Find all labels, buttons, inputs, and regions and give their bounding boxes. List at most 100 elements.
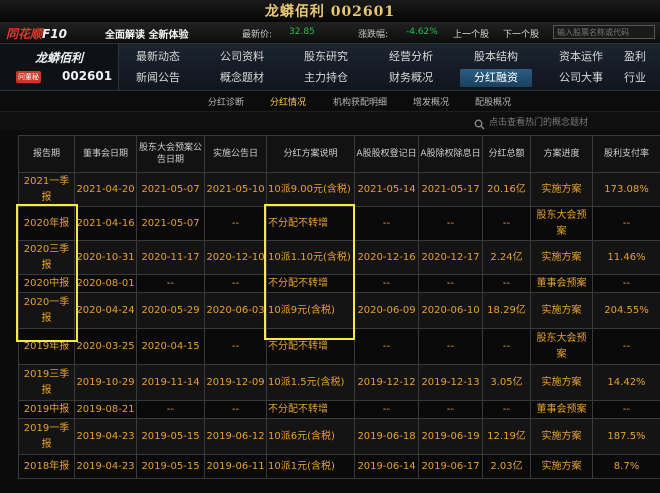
nav-latest-news[interactable]: 最新动态 — [122, 48, 194, 66]
cell-implementation-date: 2021-05-10 — [204, 172, 267, 207]
stock-name: 龙蟒佰利 — [35, 51, 84, 65]
table-row: 2019中报 2019-08-21 -- -- 不分配不转增 -- -- -- 董事会预案 -- — [18, 400, 660, 419]
cell-payout: -- — [592, 274, 660, 293]
cell-agm-date: 2019-11-14 — [136, 364, 205, 401]
table-row: 2019年报 2020-03-25 2020-04-15 -- 不分配不转增 -- -- --… — [18, 328, 660, 365]
cell-implementation-date: -- — [204, 206, 267, 241]
col-total-dividend: 分红总额 — [482, 135, 531, 173]
latest-price-value: 32.85 — [289, 27, 315, 37]
col-payout-ratio: 股利支付率 — [592, 135, 660, 173]
cell-record-date: -- — [354, 328, 419, 365]
table-row: 2020一季报 2020-04-24 2020-05-29 2020-06-03 10派… — [18, 292, 660, 329]
cell-report-period[interactable]: 2021一季报 — [18, 172, 75, 207]
cell-ex-date: -- — [418, 274, 483, 293]
cell-ex-date: -- — [418, 328, 483, 365]
cell-report-period[interactable]: 2019三季报 — [18, 364, 75, 401]
cell-plan: 10派9.00元(含税) — [266, 172, 355, 207]
cell-total: 2.03亿 — [482, 454, 531, 479]
sub-nav: 分红诊断 分红情况 机构获配明细 增发概况 配股概况 — [0, 91, 660, 112]
nav-concept-themes[interactable]: 概念题材 — [206, 69, 278, 87]
app-logo: 同花顺F10 — [6, 27, 67, 41]
cell-board-date: 2019-08-21 — [74, 400, 137, 419]
cell-progress: 董事会预案 — [530, 274, 593, 293]
nav-news-announcements[interactable]: 新闻公告 — [122, 69, 194, 87]
next-stock-button[interactable]: 下一个股 — [503, 27, 539, 40]
hot-concepts-link[interactable]: 点击查看热门的概念题材 — [489, 115, 588, 128]
cell-plan: 10派9元(含税) — [266, 292, 355, 329]
cell-record-date: 2020-06-09 — [354, 292, 419, 329]
cell-progress: 股东大会预案 — [530, 206, 593, 241]
search-icon[interactable] — [474, 115, 485, 134]
title-bar: 龙蟒佰利 002601 — [0, 0, 660, 22]
cell-report-period[interactable]: 2020三季报 — [18, 240, 75, 275]
cell-ex-date: 2019-12-13 — [418, 364, 483, 401]
cell-total: 20.16亿 — [482, 172, 531, 207]
nav-company-events[interactable]: 公司大事 — [545, 69, 617, 87]
nav-business-analysis[interactable]: 经营分析 — [375, 48, 447, 66]
stock-code: 002601 — [62, 69, 113, 83]
nav-main-holdings[interactable]: 主力持仓 — [290, 69, 362, 87]
cell-agm-date: 2020-05-29 — [136, 292, 205, 329]
cell-report-period[interactable]: 2020一季报 — [18, 292, 75, 329]
nav-profit[interactable]: 盈利 — [624, 48, 660, 66]
cell-report-period[interactable]: 2020中报 — [18, 274, 75, 293]
cell-record-date: 2019-12-12 — [354, 364, 419, 401]
tagline: 全面解读 全新体验 — [105, 30, 189, 41]
cell-total: -- — [482, 400, 531, 419]
cell-agm-date: -- — [136, 274, 205, 293]
nav-financial-overview[interactable]: 财务概况 — [375, 69, 447, 87]
nav-company-profile[interactable]: 公司资料 — [206, 48, 278, 66]
cell-ex-date: 2021-05-17 — [418, 172, 483, 207]
cell-report-period[interactable]: 2020年报 — [18, 206, 75, 241]
table-row: 2019一季报 2019-04-23 2019-05-15 2019-06-12 10派… — [18, 418, 660, 455]
cell-report-period[interactable]: 2019一季报 — [18, 418, 75, 455]
prev-stock-button[interactable]: 上一个股 — [453, 27, 489, 40]
cell-total: 18.29亿 — [482, 292, 531, 329]
cell-total: -- — [482, 328, 531, 365]
cell-payout: 14.42% — [592, 364, 660, 401]
nav-shareholder-research[interactable]: 股东研究 — [290, 48, 362, 66]
cell-implementation-date: -- — [204, 274, 267, 293]
stock-search-input[interactable] — [553, 25, 655, 39]
cell-agm-date: 2021-05-07 — [136, 206, 205, 241]
col-plan-progress: 方案进度 — [530, 135, 593, 173]
tab-seo-overview[interactable]: 增发概况 — [413, 95, 449, 108]
cell-total: 12.19亿 — [482, 418, 531, 455]
cell-board-date: 2021-04-20 — [74, 172, 137, 207]
cell-plan: 10派1元(含税) — [266, 454, 355, 479]
cell-board-date: 2021-04-16 — [74, 206, 137, 241]
tab-dividend-status[interactable]: 分红情况 — [270, 95, 306, 108]
cell-progress: 董事会预案 — [530, 400, 593, 419]
cell-plan: 不分配不转增 — [266, 400, 355, 419]
cell-report-period[interactable]: 2019中报 — [18, 400, 75, 419]
tab-institution-allocation[interactable]: 机构获配明细 — [333, 95, 387, 108]
latest-price-label: 最新价: — [242, 30, 273, 40]
nav-industry[interactable]: 行业 — [624, 69, 660, 87]
col-agm-date: 股东大会预案公告日期 — [136, 135, 205, 173]
nav-capital-operation[interactable]: 资本运作 — [545, 48, 617, 66]
col-board-date: 董事会日期 — [74, 135, 137, 173]
cell-record-date: 2021-05-14 — [354, 172, 419, 207]
cell-plan: 10派1.10元(含税) — [266, 240, 355, 275]
cell-progress: 股东大会预案 — [530, 328, 593, 365]
cell-report-period[interactable]: 2019年报 — [18, 328, 75, 365]
cell-implementation-date: 2019-06-11 — [204, 454, 267, 479]
cell-report-period[interactable]: 2018年报 — [18, 454, 75, 479]
cell-plan: 不分配不转增 — [266, 328, 355, 365]
change-label: 涨跌幅: — [358, 30, 389, 40]
change-value: -4.62% — [406, 27, 438, 37]
cell-implementation-date: 2020-06-03 — [204, 292, 267, 329]
cell-record-date: 2020-12-16 — [354, 240, 419, 275]
tab-dividend-diagnosis[interactable]: 分红诊断 — [208, 95, 244, 108]
cell-total: -- — [482, 274, 531, 293]
nav-dividend-financing[interactable]: 分红融资 — [460, 69, 532, 87]
cell-progress: 实施方案 — [530, 240, 593, 275]
cell-ex-date: 2020-06-10 — [418, 292, 483, 329]
nav-share-structure[interactable]: 股本结构 — [460, 48, 532, 66]
cell-agm-date: 2020-04-15 — [136, 328, 205, 365]
ask-secretary-button[interactable]: 问董秘 — [16, 71, 41, 83]
cell-total: -- — [482, 206, 531, 241]
cell-implementation-date: 2019-12-09 — [204, 364, 267, 401]
tab-rights-issue-overview[interactable]: 配股概况 — [475, 95, 511, 108]
cell-progress: 实施方案 — [530, 418, 593, 455]
